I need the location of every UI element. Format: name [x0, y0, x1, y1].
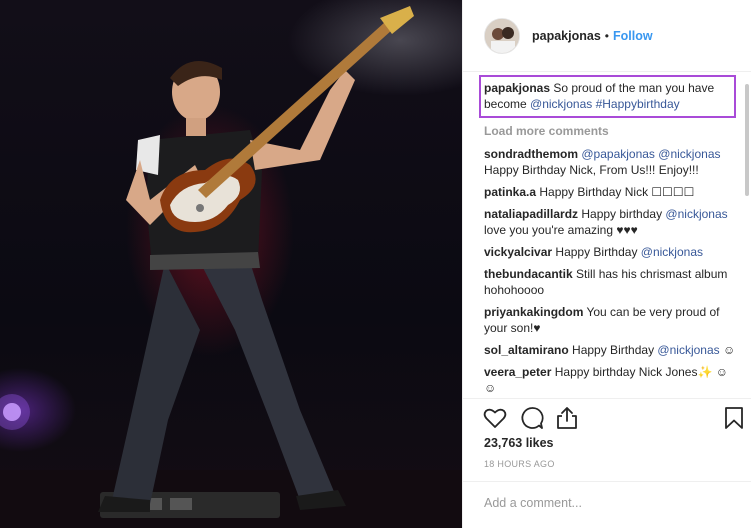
comment-item: sondradthemom @papakjonas @nickjonas Hap… — [484, 146, 736, 178]
post-header: papakjonas • Follow — [463, 0, 751, 72]
caption-username[interactable]: papakjonas — [484, 81, 550, 95]
caption-mention[interactable]: @nickjonas — [530, 97, 592, 111]
add-comment-input[interactable] — [484, 494, 734, 512]
comment-username[interactable]: nataliapadillardz — [484, 207, 578, 221]
avatar[interactable] — [484, 17, 520, 54]
comment-item: thebundacantik Still has his chrismast a… — [484, 266, 736, 298]
comment-mention[interactable]: @nickjonas — [641, 245, 703, 259]
comment-item: vickyalcivar Happy Birthday @nickjonas — [484, 244, 736, 260]
comment-mention[interactable]: @nickjonas — [665, 207, 727, 221]
comment-username[interactable]: sol_altamirano — [484, 343, 569, 357]
comment-text: Happy Birthday — [568, 343, 658, 357]
comment-mention[interactable]: @papakjonas — [581, 147, 655, 161]
comment-item: sol_altamirano Happy Birthday @nickjonas… — [484, 342, 736, 358]
comment-username[interactable]: thebundacantik — [484, 267, 573, 281]
comment-item: nataliapadillardz Happy birthday @nickjo… — [484, 206, 736, 238]
post-timestamp[interactable]: 18 HOURS AGO — [484, 459, 555, 469]
comment-text: Happy Birthday — [552, 245, 641, 259]
header-username[interactable]: papakjonas — [532, 29, 601, 43]
caption-hashtag[interactable]: #Happybirthday — [596, 97, 680, 111]
heart-icon[interactable] — [482, 405, 508, 431]
comments-scrollbar[interactable] — [745, 84, 749, 196]
comment-icon[interactable] — [519, 405, 545, 431]
comments-list[interactable]: papakjonas So proud of the man you have … — [463, 72, 744, 398]
guitarist-illustration — [0, 6, 462, 528]
header-separator: • — [604, 28, 609, 43]
comment-item: patinka.a Happy Birthday Nick ☐☐☐☐ — [484, 184, 736, 200]
comment-text: love you you're amazing ♥♥♥ — [484, 223, 638, 237]
comment-username[interactable]: priyankakingdom — [484, 305, 583, 319]
comment-items: sondradthemom @papakjonas @nickjonas Hap… — [484, 146, 736, 396]
comment-text: Happy birthday — [578, 207, 666, 221]
load-more-comments[interactable]: Load more comments — [484, 124, 609, 138]
action-bar — [463, 398, 751, 434]
follow-button[interactable]: Follow — [613, 29, 653, 43]
likes-count[interactable]: 23,763 likes — [484, 436, 554, 450]
comment-item: priyankakingdom You can be very proud of… — [484, 304, 736, 336]
add-comment-bar — [463, 481, 751, 528]
comment-item: veera_peter Happy birthday Nick Jones✨ ☺… — [484, 364, 736, 396]
comment-username[interactable]: vickyalcivar — [484, 245, 552, 259]
caption: papakjonas So proud of the man you have … — [479, 75, 736, 118]
comment-username[interactable]: sondradthemom — [484, 147, 578, 161]
comment-text: Happy Birthday Nick ☐☐☐☐ — [536, 185, 695, 199]
bookmark-icon[interactable] — [721, 405, 747, 431]
comment-text: ☺ — [719, 343, 736, 357]
comment-username[interactable]: patinka.a — [484, 185, 536, 199]
post-photo[interactable] — [0, 0, 462, 528]
share-icon[interactable] — [554, 405, 580, 431]
comment-text: Happy Birthday Nick, From Us!!! Enjoy!!! — [484, 163, 699, 177]
comment-mention[interactable]: @nickjonas — [658, 147, 720, 161]
comment-mention[interactable]: @nickjonas — [657, 343, 719, 357]
post-sidebar: papakjonas • Follow papakjonas So proud … — [462, 0, 751, 528]
comment-username[interactable]: veera_peter — [484, 365, 551, 379]
